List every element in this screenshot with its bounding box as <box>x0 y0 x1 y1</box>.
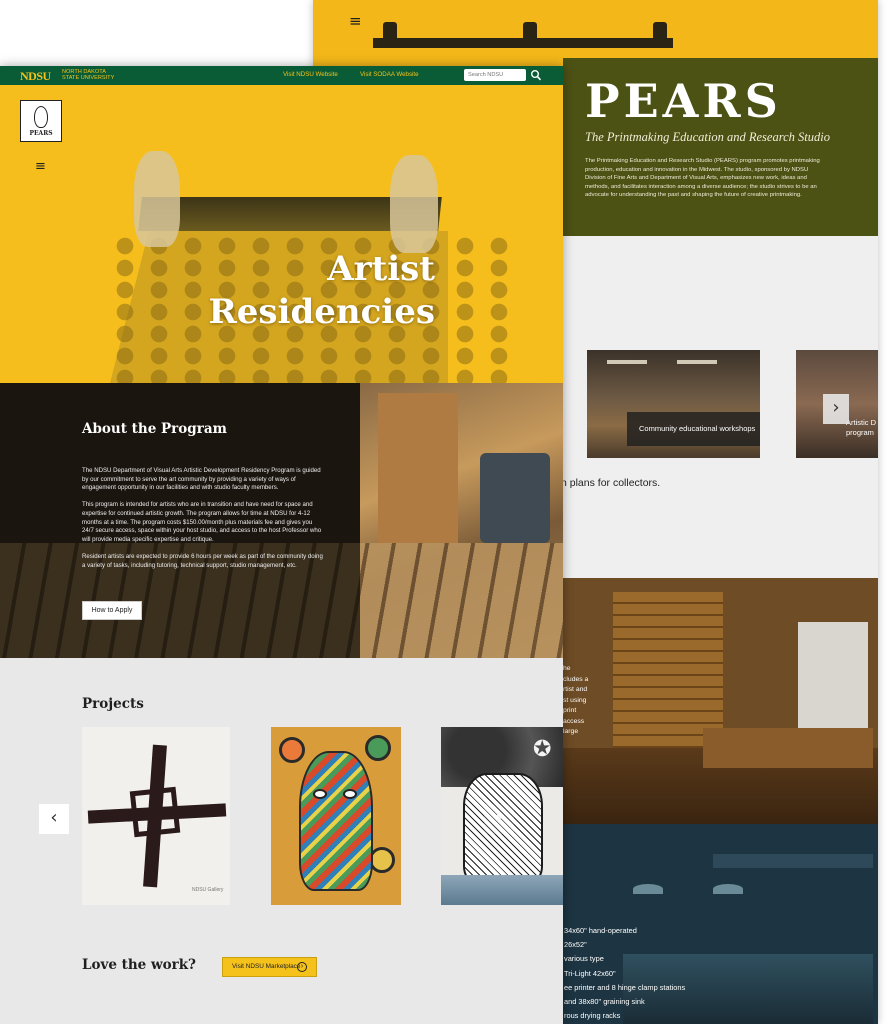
list-item: Tri-Light 42x60" <box>564 968 616 978</box>
carousel-prev-button[interactable]: ‹ <box>39 804 69 834</box>
love-the-work-heading: Love the work? <box>82 957 196 973</box>
about-text: The NDSU Department of Visual Arts Artis… <box>82 467 323 569</box>
projects-title: Projects <box>82 696 144 712</box>
list-item: 26x52" <box>564 940 587 950</box>
arrow-circle-icon: › <box>297 962 307 972</box>
menu-icon[interactable]: ≡ <box>35 159 46 174</box>
search-icon[interactable] <box>530 68 542 82</box>
pears-description: The Printmaking Education and Research S… <box>585 158 820 199</box>
artist-residencies-page: NDSU NORTH DAKOTA STATE UNIVERSITY Visit… <box>0 66 563 1024</box>
sodaa-website-link[interactable]: Visit SODAA Website <box>360 71 419 78</box>
project-artwork-mask[interactable] <box>271 727 401 905</box>
list-item: various type <box>564 954 604 964</box>
visit-marketplace-button[interactable]: Visit NDSU Marketplace › <box>222 957 317 977</box>
collectors-text: n plans for collectors. <box>561 477 661 489</box>
card-caption: Artistic D program <box>846 418 876 437</box>
pears-title: PEARS <box>585 74 782 128</box>
hero-banner <box>0 85 563 383</box>
pears-logo-label: PEARS <box>29 130 53 137</box>
card-caption: Community educational workshops <box>627 412 760 446</box>
list-item: ee printer and 8 hinge clamp stations <box>564 982 686 992</box>
search-input[interactable] <box>464 69 526 81</box>
about-section: About the Program The NDSU Department of… <box>0 383 563 658</box>
list-item: and 38x80" graining sink <box>564 997 645 1007</box>
carousel-next-button[interactable]: › <box>484 804 514 834</box>
hand-illustration <box>134 151 180 247</box>
workshop-card[interactable]: Community educational workshops <box>587 350 760 458</box>
ndsu-top-bar: NDSU NORTH DAKOTA STATE UNIVERSITY Visit… <box>0 66 563 85</box>
carousel-next-button[interactable]: › <box>823 394 849 424</box>
ndsu-wordmark: NORTH DAKOTA STATE UNIVERSITY <box>62 69 115 81</box>
pear-figure-icon <box>34 106 48 128</box>
how-to-apply-button[interactable]: How to Apply <box>82 601 142 620</box>
star-icon: ✪ <box>533 737 552 762</box>
page-title: Artist Residencies <box>208 249 435 332</box>
studio-text: he cludes a rtist and st using print acc… <box>563 665 589 735</box>
studio-photo <box>563 578 878 824</box>
hand-illustration <box>390 155 438 253</box>
press-photo <box>480 453 550 543</box>
equipment-list: 34x60" hand-operated 26x52" various type… <box>564 924 685 1023</box>
artwork-signature: NDSU Gallery <box>192 887 224 893</box>
ndsu-website-link[interactable]: Visit NDSU Website <box>283 71 338 78</box>
ndsu-logo[interactable]: NDSU <box>20 69 51 84</box>
pears-logo[interactable]: PEARS <box>20 100 62 142</box>
pears-subtitle: The Printmaking Education and Research S… <box>585 130 830 144</box>
list-item: 34x60" hand-operated <box>564 926 637 935</box>
list-item: rous drying racks <box>564 1011 621 1021</box>
project-artwork-cross[interactable]: NDSU Gallery <box>82 727 230 905</box>
screenshot-stage: ≡ PEARS The Printmaking Education and Re… <box>0 0 889 1024</box>
about-title: About the Program <box>82 421 227 437</box>
menu-icon[interactable]: ≡ <box>349 12 362 30</box>
